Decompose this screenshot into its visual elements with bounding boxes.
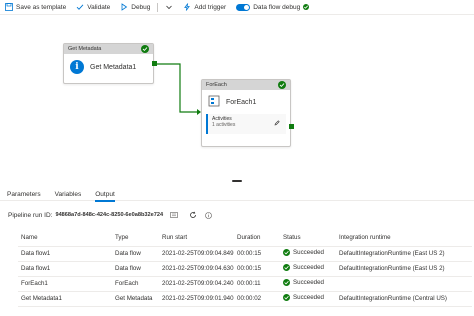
activity-type-cell: Get Metadata <box>112 291 159 307</box>
success-output-port[interactable] <box>289 124 294 129</box>
more-options-dropdown[interactable] <box>160 0 178 14</box>
success-check-icon <box>278 81 286 89</box>
run-start-cell: 2021-02-25T09:09:01.940 <box>159 291 234 307</box>
success-status-icon <box>303 4 310 10</box>
run-start-cell: 2021-02-25T09:09:04.240 <box>159 276 234 292</box>
foreach-icon <box>208 95 220 109</box>
data-flow-debug-label: Data flow debug <box>253 3 301 11</box>
status-label: Succeeded <box>293 249 324 256</box>
column-header[interactable]: Run start <box>159 230 234 247</box>
debug-button[interactable]: Debug <box>115 0 155 14</box>
activity-name: Get Metadata1 <box>90 63 137 71</box>
activity-type-cell: Data flow <box>112 261 159 277</box>
integration-runtime-cell <box>336 276 472 292</box>
tab-variables[interactable]: Variables <box>48 187 89 201</box>
success-check-icon <box>283 264 290 271</box>
run-start-cell: 2021-02-25T09:09:04.630 <box>159 261 234 277</box>
activity-type-cell: ForEach <box>112 276 159 292</box>
panel-resize-handle[interactable] <box>232 180 242 182</box>
activity-name-cell: Get Metadata1 <box>18 291 112 307</box>
status-cell: Succeeded <box>280 276 336 292</box>
pipeline-run-id: Pipeline run ID: 94868a7d-848c-424c-8250… <box>8 211 212 219</box>
lightning-bolt-icon <box>183 3 191 11</box>
duration-cell: 00:00:11 <box>234 276 280 292</box>
activity-header: Get Metadata <box>64 44 153 54</box>
table-row[interactable]: ForEach1 ForEach 2021-02-25T09:09:04.240… <box>18 276 472 292</box>
run-id-label: Pipeline run ID: <box>8 211 53 219</box>
table-row[interactable]: Get Metadata1 Get Metadata 2021-02-25T09… <box>18 291 472 307</box>
activity-name-cell: Data flow1 <box>18 246 112 262</box>
tab-output[interactable]: Output <box>88 187 122 202</box>
status-cell: Succeeded <box>280 261 336 277</box>
column-header[interactable]: Name <box>18 230 112 247</box>
refresh-icon[interactable] <box>189 211 197 219</box>
duration-cell: 00:00:15 <box>234 246 280 262</box>
activity-type-cell: Data flow <box>112 246 159 262</box>
status-label: Succeeded <box>293 294 324 301</box>
add-trigger-label: Add trigger <box>194 3 227 11</box>
toggle-switch[interactable] <box>236 3 251 11</box>
save-as-template-label: Save as template <box>16 3 67 11</box>
integration-runtime-cell: DefaultIntegrationRuntime (East US 2) <box>336 246 472 262</box>
run-id-value: 94868a7d-848c-424c-8250-6e0a8b32e724 <box>55 212 164 218</box>
validate-label: Validate <box>87 3 111 11</box>
column-header[interactable]: Type <box>112 230 159 247</box>
run-start-cell: 2021-02-25T09:09:04.849 <box>159 246 234 262</box>
table-row[interactable]: Data flow1 Data flow 2021-02-25T09:09:04… <box>18 261 472 277</box>
play-icon <box>120 3 128 11</box>
toolbar: Save as template Validate Debug Add trig… <box>0 0 474 14</box>
edit-pencil-icon[interactable] <box>274 120 280 126</box>
duration-cell: 00:00:02 <box>234 291 280 307</box>
activity-name-cell: ForEach1 <box>18 276 112 292</box>
success-check-icon <box>283 294 290 301</box>
add-trigger-button[interactable]: Add trigger <box>178 0 231 14</box>
bottom-panel-tabs: Parameters Variables Output <box>0 187 474 202</box>
status-cell: Succeeded <box>280 291 336 307</box>
status-cell: Succeeded <box>280 246 336 262</box>
column-header[interactable]: Status <box>280 230 336 247</box>
activity-type-label: Get Metadata <box>68 46 102 52</box>
integration-runtime-cell: DefaultIntegrationRuntime (East US 2) <box>336 261 472 277</box>
activity-type-label: ForEach <box>206 82 227 88</box>
get-metadata-activity[interactable]: Get Metadata i Get Metadata1 <box>63 43 157 84</box>
success-check-icon <box>283 279 290 286</box>
integration-runtime-cell: DefaultIntegrationRuntime (Central US) <box>336 291 472 307</box>
activities-count: 1 activities <box>212 122 236 128</box>
duration-cell: 00:00:15 <box>234 261 280 277</box>
activities-container[interactable]: Activities 1 activities <box>206 114 286 134</box>
copy-icon[interactable] <box>170 211 178 219</box>
column-header[interactable]: Duration <box>234 230 280 247</box>
chevron-down-icon <box>165 3 173 11</box>
tab-parameters[interactable]: Parameters <box>0 187 48 201</box>
validate-button[interactable]: Validate <box>71 0 115 14</box>
activity-header: ForEach <box>202 80 290 90</box>
status-label: Succeeded <box>293 279 324 286</box>
success-check-icon <box>141 45 149 53</box>
table-row[interactable]: Data flow1 Data flow 2021-02-25T09:09:04… <box>18 246 472 262</box>
activity-runs-table: Name Type Run start Duration Status Inte… <box>18 230 472 307</box>
column-header[interactable]: Integration runtime <box>336 230 472 247</box>
success-check-icon <box>283 249 290 256</box>
info-icon[interactable] <box>204 211 212 219</box>
save-icon <box>5 3 13 11</box>
activity-name: ForEach1 <box>226 98 257 106</box>
activity-name-cell: Data flow1 <box>18 261 112 277</box>
success-output-port[interactable] <box>152 61 157 66</box>
checkmark-icon <box>76 3 84 11</box>
toolbar-divider <box>157 2 159 12</box>
save-as-template-button[interactable]: Save as template <box>0 0 71 14</box>
table-header-row: Name Type Run start Duration Status Inte… <box>18 230 472 247</box>
data-flow-debug-toggle[interactable]: Data flow debug <box>231 0 314 14</box>
foreach-activity[interactable]: ForEach ForEach1 Activities 1 activities <box>201 79 294 147</box>
info-icon: i <box>70 60 84 74</box>
status-label: Succeeded <box>293 264 324 271</box>
debug-label: Debug <box>131 3 151 11</box>
pipeline-canvas[interactable]: Get Metadata i Get Metadata1 ForEach For… <box>0 14 474 182</box>
